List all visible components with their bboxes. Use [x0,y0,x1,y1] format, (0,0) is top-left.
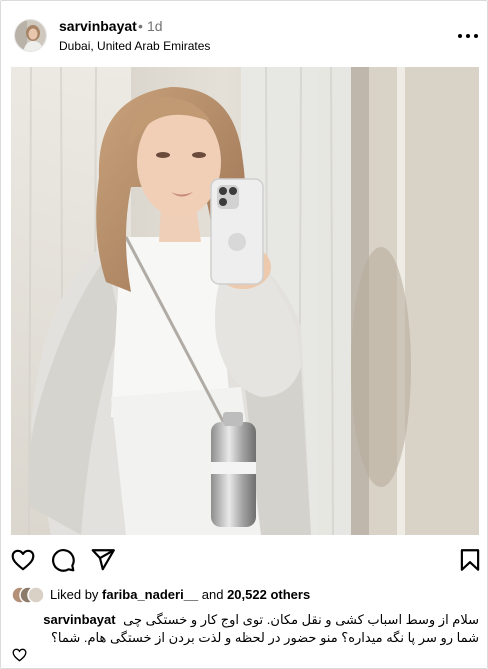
bookmark-icon[interactable] [457,547,483,573]
post-location[interactable]: Dubai, United Arab Emirates [59,39,210,53]
likes-count[interactable]: 20,522 others [227,587,310,602]
separator-dot: • [138,18,143,34]
more-horizontal-icon[interactable] [456,29,480,41]
post-card: sarvinbayat • 1d Dubai, United Arab Emir… [0,0,488,669]
heart-icon[interactable] [11,647,28,663]
post-actions [1,541,487,577]
caption-line-1: سلام از وسط اسباب کشی و نقل مکان. توی او… [43,611,479,628]
likes-text: Liked by fariba_naderi__ and 20,522 othe… [50,587,310,602]
send-icon[interactable] [90,547,116,573]
likes-middle: and [198,587,228,602]
caption-line-2: شما رو سر پا نگه میداره؟ منو حضور در لحظ… [50,630,479,645]
likes-prefix: Liked by [50,587,103,602]
comment-icon[interactable] [50,547,76,573]
caption-text-1: سلام از وسط اسباب کشی و نقل مکان. توی او… [123,612,479,627]
post-username[interactable]: sarvinbayat [59,18,137,34]
post-photo[interactable] [11,67,479,535]
post-time[interactable]: 1d [147,18,163,34]
likes-row: Liked by fariba_naderi__ and 20,522 othe… [11,585,481,605]
caption-username[interactable]: sarvinbayat [43,612,115,627]
liker-avatars[interactable] [11,586,45,604]
liker-username[interactable]: fariba_naderi__ [102,587,198,602]
post-header: sarvinbayat • 1d Dubai, United Arab Emir… [1,1,487,67]
heart-icon[interactable] [10,547,36,573]
avatar[interactable] [14,19,47,52]
